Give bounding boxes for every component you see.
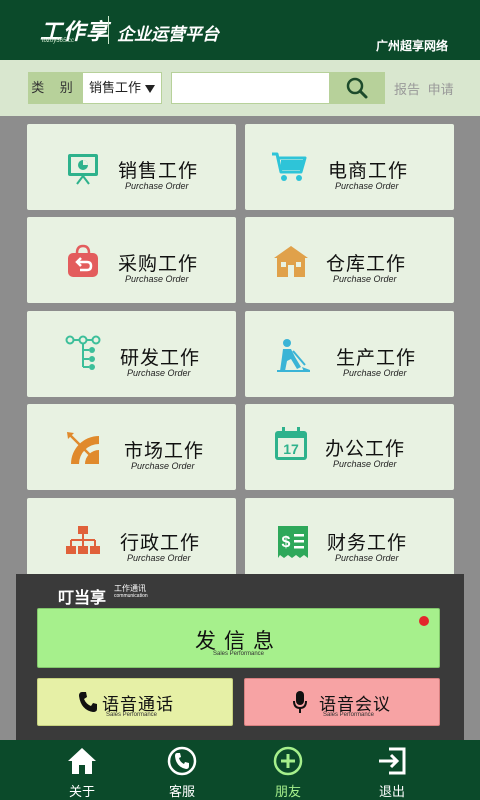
card-title: 研发工作: [120, 348, 201, 369]
card-title: 财务工作: [327, 533, 408, 554]
card-subtitle: Purchase Order: [127, 553, 191, 563]
card-title: 销售工作: [118, 161, 199, 182]
tree-structure-icon: [65, 335, 101, 370]
module-card-marketing[interactable]: 市场工作 Purchase Order: [27, 404, 236, 490]
module-card-rnd[interactable]: 研发工作 Purchase Order: [27, 311, 236, 397]
card-subtitle: Purchase Order: [125, 181, 189, 191]
svg-text:$: $: [282, 534, 291, 551]
panel-edge-right: [464, 574, 480, 740]
card-subtitle: Purchase Order: [333, 459, 397, 469]
org-chart-icon: [66, 526, 100, 554]
card-subtitle: Purchase Order: [125, 274, 189, 284]
tab-label: 客服: [168, 784, 195, 799]
warehouse-icon: [274, 246, 308, 277]
category-label: 类 别: [28, 72, 82, 104]
voice-meeting-sublabel: Sales Performance: [323, 712, 375, 718]
card-title: 采购工作: [118, 254, 199, 275]
tab-support[interactable]: 客服: [147, 746, 217, 799]
calendar-day: 17: [283, 441, 299, 457]
tab-logout[interactable]: 退出: [357, 746, 427, 799]
worker-shovel-icon: [277, 339, 310, 372]
presentation-board-icon: [68, 154, 98, 185]
card-title: 仓库工作: [326, 254, 407, 275]
card-subtitle: Purchase Order: [343, 368, 407, 378]
card-subtitle: Purchase Order: [335, 553, 399, 563]
card-title: 行政工作: [120, 533, 201, 554]
category-value: 销售工作: [89, 80, 142, 95]
card-title: 办公工作: [325, 439, 406, 460]
notification-dot: [419, 616, 429, 626]
module-card-sales[interactable]: 销售工作 Purchase Order: [27, 124, 236, 210]
house-icon: [68, 748, 96, 774]
module-card-ecommerce[interactable]: 电商工作 Purchase Order: [245, 124, 454, 210]
receipt-icon: $: [278, 526, 308, 558]
category-select[interactable]: 销售工作: [82, 72, 162, 104]
calendar-icon: 17: [275, 427, 307, 460]
top-bar: 工作享 tozoy365.cc 企业运营平台 广州超享网络: [0, 0, 480, 60]
quick-links: 报告 申请: [394, 79, 458, 98]
search-button[interactable]: [329, 72, 385, 104]
tab-about[interactable]: 关于: [47, 746, 117, 799]
target-arrow-icon: [67, 432, 99, 464]
card-subtitle: Purchase Order: [127, 368, 191, 378]
phone-circle-icon: [167, 746, 197, 776]
apply-link[interactable]: 申请: [428, 82, 454, 97]
voice-call-sublabel: Sales Performance: [106, 712, 158, 718]
phone-icon: [79, 692, 97, 712]
card-title: 市场工作: [124, 441, 205, 462]
shopping-bag-icon: [68, 244, 98, 277]
card-subtitle: Purchase Order: [333, 274, 397, 284]
plus-circle-icon: [273, 746, 303, 776]
platform-title: 企业运营平台: [117, 25, 219, 44]
comm-tagline: 工作通讯 communication: [114, 584, 148, 600]
company-name: 广州超享网络: [375, 39, 448, 53]
module-card-purchasing[interactable]: 采购工作 Purchase Order: [27, 217, 236, 303]
voice-meeting-button[interactable]: 语音会议 Sales Performance: [244, 678, 440, 726]
card-title: 电商工作: [328, 161, 409, 182]
microphone-icon: [293, 691, 307, 713]
module-grid: 销售工作 Purchase Order 电商工作 Purchase Order …: [0, 116, 480, 574]
logo-domain: tozoy365.cc: [42, 38, 75, 44]
card-subtitle: Purchase Order: [131, 461, 195, 471]
voice-call-button[interactable]: 语音通话 Sales Performance: [37, 678, 233, 726]
search-input[interactable]: [171, 72, 329, 104]
comm-tag-en: communication: [114, 593, 148, 599]
module-card-production[interactable]: 生产工作 Purchase Order: [245, 311, 454, 397]
comm-tag-cn: 工作通讯: [114, 584, 146, 593]
module-card-office[interactable]: 17 办公工作 Purchase Order: [245, 404, 454, 490]
send-message-button[interactable]: 发信息 Sales Performance: [37, 608, 440, 668]
card-title: 生产工作: [336, 348, 417, 369]
tab-label: 退出: [378, 784, 405, 799]
caret-down-icon: [145, 85, 155, 93]
panel-edge-left: [0, 574, 16, 740]
logo-divider: [108, 16, 109, 44]
comm-title: 叮当享: [58, 590, 107, 607]
tab-label: 朋友: [274, 784, 301, 799]
card-subtitle: Purchase Order: [335, 181, 399, 191]
report-link[interactable]: 报告: [394, 82, 420, 97]
module-card-warehouse[interactable]: 仓库工作 Purchase Order: [245, 217, 454, 303]
search-icon: [346, 77, 368, 99]
module-card-admin[interactable]: 行政工作 Purchase Order: [27, 498, 236, 574]
module-card-finance[interactable]: $ 财务工作 Purchase Order: [245, 498, 454, 574]
tab-label: 关于: [68, 784, 95, 799]
tab-friends[interactable]: 朋友: [253, 746, 323, 799]
exit-door-icon: [379, 747, 406, 775]
send-sublabel: Sales Performance: [212, 651, 265, 657]
shopping-cart-icon: [272, 152, 307, 181]
